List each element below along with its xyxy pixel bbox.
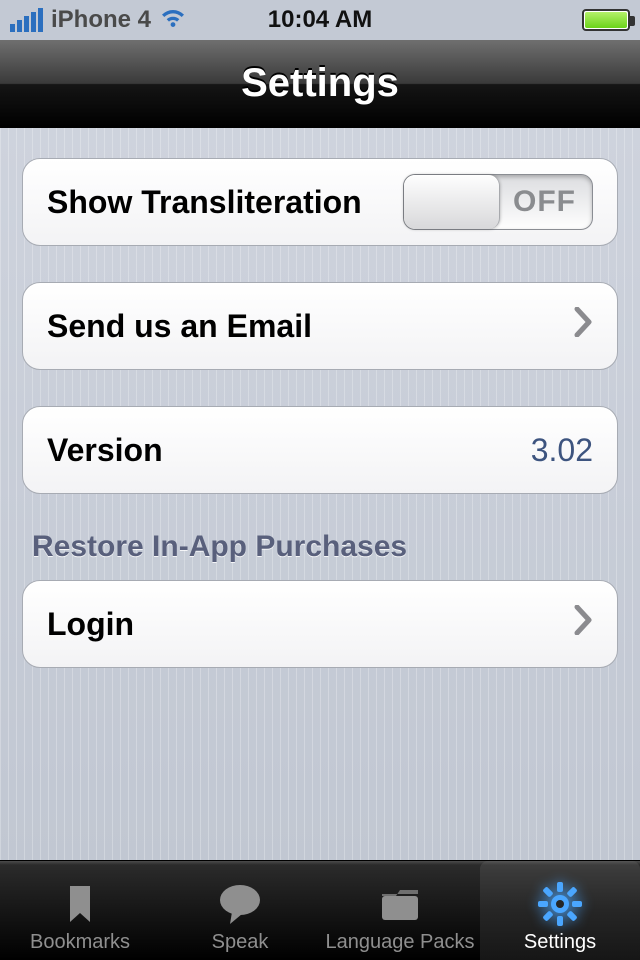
tab-settings[interactable]: Settings <box>480 861 640 960</box>
row-login[interactable]: Login <box>22 580 618 668</box>
version-label: Version <box>47 432 163 469</box>
signal-icon <box>10 8 43 32</box>
bookmark-icon <box>55 879 105 929</box>
content-area: Show Transliteration OFF Send us an Emai… <box>0 128 640 860</box>
row-version: Version 3.02 <box>22 406 618 494</box>
email-label: Send us an Email <box>47 308 312 345</box>
folder-icon <box>375 879 425 929</box>
tab-settings-label: Settings <box>524 931 596 954</box>
battery-icon <box>582 9 630 31</box>
clock-label: 10:04 AM <box>268 6 372 34</box>
transliteration-toggle[interactable]: OFF <box>403 174 593 230</box>
tab-bar: Bookmarks Speak Language Packs <box>0 860 640 960</box>
transliteration-label: Show Transliteration <box>47 184 362 221</box>
tab-language-label: Language Packs <box>325 931 474 954</box>
version-value: 3.02 <box>531 432 593 469</box>
toggle-knob <box>404 175 500 229</box>
status-bar: iPhone 4 10:04 AM <box>0 0 640 40</box>
row-transliteration: Show Transliteration OFF <box>22 158 618 246</box>
tab-speak[interactable]: Speak <box>160 861 320 960</box>
gear-icon <box>535 879 585 929</box>
carrier-label: iPhone 4 <box>51 6 151 34</box>
login-label: Login <box>47 606 134 643</box>
toggle-state-label: OFF <box>513 185 576 219</box>
tab-bookmarks-label: Bookmarks <box>30 931 130 954</box>
tab-bookmarks[interactable]: Bookmarks <box>0 861 160 960</box>
wifi-icon <box>159 5 187 36</box>
chevron-right-icon <box>573 307 593 346</box>
section-restore-header: Restore In-App Purchases <box>32 530 618 564</box>
chevron-right-icon <box>573 605 593 644</box>
page-title: Settings <box>241 61 399 106</box>
tab-language-packs[interactable]: Language Packs <box>320 861 480 960</box>
speech-bubble-icon <box>215 879 265 929</box>
row-email[interactable]: Send us an Email <box>22 282 618 370</box>
nav-bar: Settings <box>0 40 640 128</box>
tab-speak-label: Speak <box>212 931 269 954</box>
